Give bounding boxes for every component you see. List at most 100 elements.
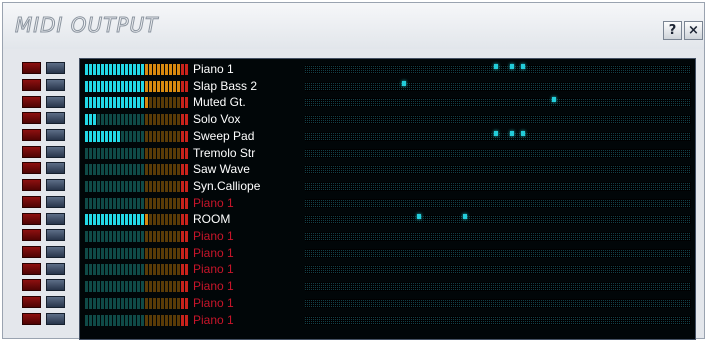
- meter-segment: [129, 231, 132, 242]
- mute-button[interactable]: [22, 112, 41, 125]
- mute-button[interactable]: [22, 179, 41, 192]
- meter-segment: [145, 214, 148, 226]
- meter-segment: [93, 164, 96, 176]
- meter-segment: [105, 214, 108, 226]
- channel-select-button[interactable]: [46, 295, 65, 308]
- meter-segment: [185, 180, 188, 192]
- meter-segment: [173, 297, 176, 309]
- meter-segment: [165, 130, 168, 142]
- meter-segment: [177, 281, 180, 293]
- meter-segment: [141, 314, 144, 326]
- meter-segment: [133, 247, 136, 259]
- meter-segment: [177, 247, 180, 259]
- channel-name: Piano 1: [193, 312, 234, 327]
- channel-select-button[interactable]: [46, 129, 65, 142]
- meter-segment: [113, 297, 116, 309]
- meter-segment: [89, 231, 92, 242]
- help-button[interactable]: ?: [663, 21, 682, 40]
- channel-select-button[interactable]: [46, 212, 65, 225]
- meter-segment: [105, 80, 108, 92]
- meter-segment: [177, 231, 180, 242]
- note-on-indicator: [416, 214, 421, 220]
- channel-select-button[interactable]: [46, 229, 65, 242]
- meter-segment: [181, 64, 184, 75]
- meter-segment: [141, 97, 144, 109]
- meter-segment: [157, 197, 160, 209]
- meter-segment: [117, 297, 120, 309]
- channel-select-button[interactable]: [46, 112, 65, 125]
- meter-segment: [185, 264, 188, 276]
- title-bar[interactable]: MIDI OUTPUT ? ×: [3, 3, 704, 49]
- meter-segment: [109, 97, 112, 109]
- mute-button[interactable]: [22, 79, 41, 92]
- channel-select-button[interactable]: [46, 262, 65, 275]
- channel-select-button[interactable]: [46, 62, 65, 75]
- channel-monitor-panel: Piano 1 Slap Bass 2 Muted Gt. Solo Vox Sweep…: [79, 58, 696, 340]
- channel-select-button[interactable]: [46, 79, 65, 92]
- meter-segment: [105, 180, 108, 192]
- meter-segment: [89, 130, 92, 142]
- meter-segment: [125, 147, 128, 159]
- close-button[interactable]: ×: [684, 21, 703, 40]
- meter-segment: [153, 264, 156, 276]
- channel-select-button[interactable]: [46, 195, 65, 208]
- meter-segment: [121, 264, 124, 276]
- meter-segment: [97, 314, 100, 326]
- mute-button[interactable]: [22, 245, 41, 258]
- meter-segment: [157, 97, 160, 109]
- channel-name: Piano 1: [193, 195, 234, 210]
- meter-segment: [165, 147, 168, 159]
- meter-segment: [137, 247, 140, 259]
- meter-segment: [129, 281, 132, 293]
- meter-segment: [173, 114, 176, 126]
- mute-button[interactable]: [22, 62, 41, 75]
- meter-segment: [101, 147, 104, 159]
- meter-segment: [185, 97, 188, 109]
- meter-segment: [165, 180, 168, 192]
- meter-segment: [85, 180, 88, 192]
- meter-segment: [97, 164, 100, 176]
- mute-button[interactable]: [22, 312, 41, 325]
- meter-segment: [157, 80, 160, 92]
- meter-segment: [157, 314, 160, 326]
- mute-button[interactable]: [22, 145, 41, 158]
- meter-segment: [105, 114, 108, 126]
- channel-select-button[interactable]: [46, 245, 65, 258]
- channel-controls-row: [22, 177, 82, 194]
- meter-segment: [153, 247, 156, 259]
- mute-button[interactable]: [22, 229, 41, 242]
- channel-select-button[interactable]: [46, 95, 65, 108]
- meter-segment: [165, 114, 168, 126]
- mute-button[interactable]: [22, 129, 41, 142]
- channel-select-button[interactable]: [46, 162, 65, 175]
- mute-button[interactable]: [22, 295, 41, 308]
- note-activity-grid: [305, 181, 691, 191]
- note-activity-grid: [305, 315, 691, 325]
- channel-select-button[interactable]: [46, 279, 65, 292]
- meter-segment: [121, 147, 124, 159]
- meter-segment: [141, 64, 144, 75]
- meter-segment: [113, 314, 116, 326]
- channel-select-button[interactable]: [46, 145, 65, 158]
- mute-button[interactable]: [22, 262, 41, 275]
- channel-select-button[interactable]: [46, 179, 65, 192]
- meter-segment: [149, 180, 152, 192]
- mute-button[interactable]: [22, 212, 41, 225]
- mute-button[interactable]: [22, 95, 41, 108]
- meter-segment: [165, 264, 168, 276]
- level-meter: [85, 297, 189, 309]
- meter-segment: [149, 314, 152, 326]
- meter-segment: [129, 214, 132, 226]
- meter-segment: [161, 80, 164, 92]
- meter-segment: [145, 247, 148, 259]
- mute-button[interactable]: [22, 162, 41, 175]
- meter-segment: [85, 214, 88, 226]
- mute-button[interactable]: [22, 195, 41, 208]
- channel-name: Solo Vox: [193, 112, 241, 127]
- level-meter: [85, 164, 189, 176]
- mute-button[interactable]: [22, 279, 41, 292]
- channel-select-button[interactable]: [46, 312, 65, 325]
- meter-segment: [165, 297, 168, 309]
- channel-row: Tremolo Str: [80, 145, 695, 162]
- meter-segment: [145, 64, 148, 75]
